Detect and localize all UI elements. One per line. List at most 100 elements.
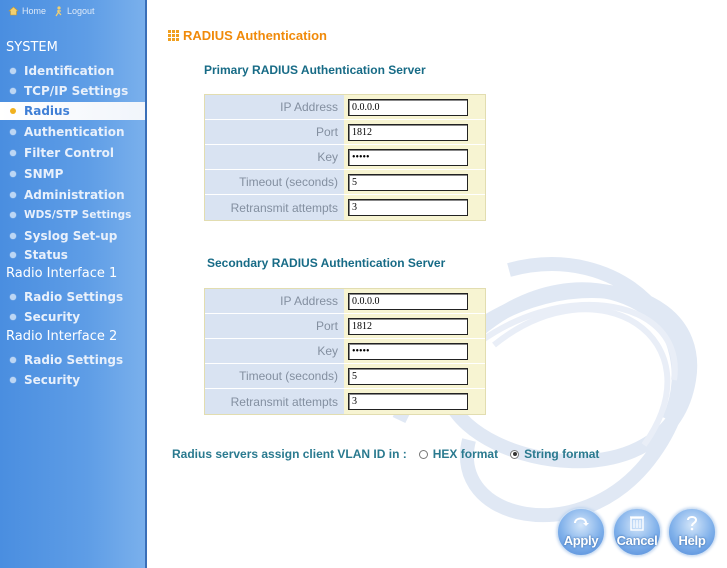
nav-administration[interactable]: Administration [10,186,125,204]
nav-label: Authentication [24,125,125,139]
nav-syslog-setup[interactable]: Syslog Set-up [10,227,117,245]
nav-snmp[interactable]: SNMP [10,165,63,183]
nav-radio1-radio-settings[interactable]: Radio Settings [10,288,123,306]
cancel-label: Cancel [616,533,658,548]
radio2-section-label: Radio Interface 2 [6,329,118,344]
hex-format-radio[interactable] [418,449,428,459]
bullet-icon [10,212,16,218]
secondary-ip-row: IP Address [205,289,485,314]
nav-authentication[interactable]: Authentication [10,123,125,141]
secondary-key-row: Key [205,339,485,364]
nav-label: Filter Control [24,146,114,160]
primary-retransmit-row: Retransmit attempts [205,195,485,220]
nav-radius[interactable]: Radius [0,102,145,120]
primary-retransmit-label: Retransmit attempts [205,195,344,220]
main-content: RADIUS Authentication Primary RADIUS Aut… [149,0,727,568]
apply-label: Apply [563,533,599,548]
primary-key-row: Key [205,145,485,170]
sidebar: Home Logout SYSTEM Identification TCP/IP… [0,0,147,568]
nav-wds-stp-settings[interactable]: WDS/STP Settings [10,206,131,224]
logout-label: Logout [67,6,95,16]
secondary-port-row: Port [205,314,485,339]
grid-icon [168,30,179,41]
nav-label: Security [24,373,81,387]
primary-port-input[interactable] [348,123,468,141]
hex-format-label: HEX format [432,447,499,461]
primary-ip-input[interactable] [348,98,468,116]
bullet-icon [10,88,16,94]
bullet-icon [10,314,16,320]
bullet-icon [10,252,16,258]
secondary-retransmit-label: Retransmit attempts [205,389,344,414]
nav-label: Syslog Set-up [24,229,118,243]
cancel-button[interactable]: Cancel [613,508,661,556]
background-swirl [392,257,698,523]
nav-identification[interactable]: Identification [10,62,114,80]
primary-ip-label: IP Address [205,95,344,119]
nav-tcpip-settings[interactable]: TCP/IP Settings [10,82,128,100]
secondary-key-input[interactable] [348,342,468,360]
secondary-ip-input[interactable] [348,292,468,310]
secondary-timeout-input[interactable] [348,367,468,385]
nav-radio2-radio-settings[interactable]: Radio Settings [10,351,123,369]
primary-timeout-row: Timeout (seconds) [205,170,485,195]
primary-key-input[interactable] [348,148,468,166]
logout-link[interactable]: Logout [54,5,95,17]
primary-retransmit-input[interactable] [348,199,468,216]
nav-label: Radio Settings [24,290,124,304]
nav-label: TCP/IP Settings [24,84,129,98]
apply-button[interactable]: Apply [557,508,605,556]
secondary-port-label: Port [205,314,344,338]
primary-port-label: Port [205,120,344,144]
string-format-radio[interactable] [510,449,520,459]
page-title-text: RADIUS Authentication [183,28,327,43]
secondary-timeout-row: Timeout (seconds) [205,364,485,389]
primary-key-label: Key [205,145,344,169]
logout-icon [55,5,62,16]
home-label: Home [22,6,47,16]
cancel-icon [630,516,644,531]
nav-radio2-security[interactable]: Security [10,371,80,389]
nav-status[interactable]: Status [10,246,68,264]
bullet-icon [10,68,16,74]
nav-label: Status [24,248,68,262]
bullet-icon [10,357,16,363]
home-icon [8,6,19,16]
radio1-section-label: Radio Interface 1 [6,266,118,281]
page-title: RADIUS Authentication [168,28,327,43]
primary-port-row: Port [205,120,485,145]
nav-label: Administration [24,188,125,202]
primary-timeout-label: Timeout (seconds) [205,170,344,194]
home-link[interactable]: Home [8,6,46,16]
help-label: Help [678,533,706,548]
nav-label: Identification [24,64,115,78]
secondary-server-heading: Secondary RADIUS Authentication Server [207,256,446,270]
primary-server-table: IP Address Port Key Timeout (seconds) Re… [204,94,486,221]
help-button[interactable]: Help [668,508,716,556]
nav-filter-control[interactable]: Filter Control [10,144,114,162]
string-format-label: String format [524,447,600,461]
bullet-icon [10,150,16,156]
nav-label: SNMP [24,167,64,181]
nav-label: Radio Settings [24,353,124,367]
secondary-retransmit-input[interactable] [348,393,468,410]
nav-label: WDS/STP Settings [24,209,132,221]
help-icon [687,516,698,531]
secondary-port-input[interactable] [348,317,468,335]
nav-label: Radius [24,104,70,118]
secondary-server-table: IP Address Port Key Timeout (seconds) Re… [204,288,486,415]
bullet-icon [10,233,16,239]
nav-radio1-security[interactable]: Security [10,308,80,326]
sidebar-topbar: Home Logout [0,0,147,22]
bullet-icon [10,294,16,300]
bullet-icon [10,171,16,177]
nav-label: Security [24,310,81,324]
vlan-format-label: Radius servers assign client VLAN ID in … [172,447,407,461]
secondary-ip-label: IP Address [205,289,344,313]
secondary-retransmit-row: Retransmit attempts [205,389,485,414]
bullet-icon [10,192,16,198]
secondary-timeout-label: Timeout (seconds) [205,364,344,388]
primary-timeout-input[interactable] [348,173,468,191]
apply-icon [574,517,589,526]
bullet-icon [10,129,16,135]
